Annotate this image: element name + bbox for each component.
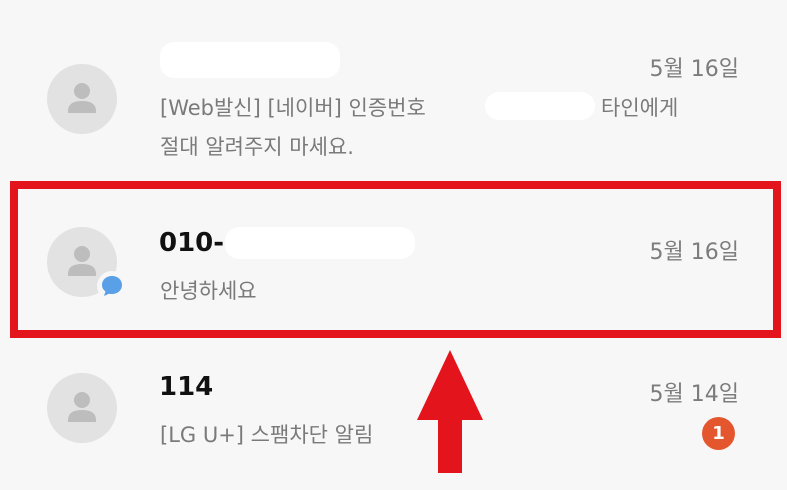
message-preview: [LG U+] 스팸차단 알림 [160, 423, 374, 447]
unread-count-badge: 1 [702, 417, 735, 450]
conversation-name: 114 [159, 372, 214, 402]
conversation-item[interactable]: 5월 16일 [Web발신] [네이버] 인증번호 타인에게 절대 알려주지 마… [0, 0, 787, 175]
redacted-verification-code [485, 92, 595, 120]
up-arrow-icon [417, 350, 483, 473]
conversation-date: 5월 16일 [649, 57, 739, 82]
person-icon [68, 83, 96, 113]
redacted-sender-name [160, 42, 340, 78]
avatar [47, 373, 117, 443]
person-icon [68, 392, 96, 422]
conversation-item[interactable]: 114 5월 14일 [LG U+] 스팸차단 알림 [0, 345, 787, 490]
message-preview-line1: [Web발신] [네이버] 인증번호 [160, 96, 426, 120]
message-preview-line1-end: 타인에게 [601, 96, 679, 120]
message-preview-line2: 절대 알려주지 마세요. [160, 135, 354, 159]
conversation-date: 5월 14일 [649, 382, 739, 407]
avatar [47, 64, 117, 134]
highlight-box [10, 181, 781, 338]
